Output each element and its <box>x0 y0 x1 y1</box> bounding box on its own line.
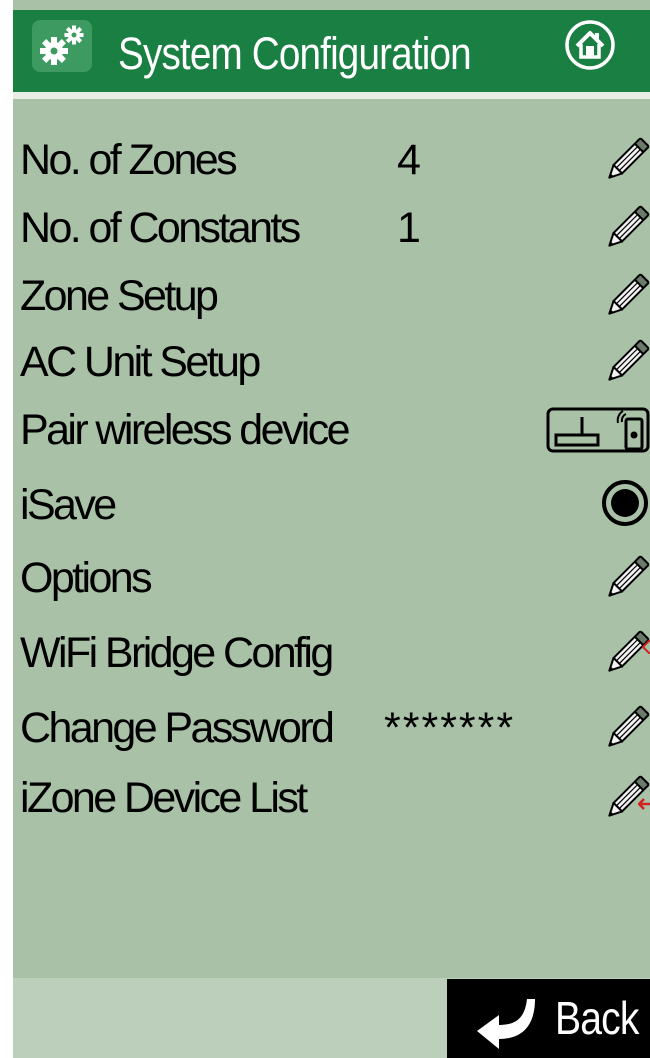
red-marker-icon <box>638 798 650 810</box>
setting-value: 1 <box>397 204 421 252</box>
setting-label: Zone Setup <box>20 272 219 320</box>
pencil-icon[interactable] <box>604 205 650 251</box>
gear-icon <box>32 20 92 72</box>
setting-row-device-list[interactable]: iZone Device List <box>20 767 650 829</box>
back-arrow-icon <box>477 999 535 1049</box>
setting-label: WiFi Bridge Config <box>20 629 334 677</box>
setting-row-options[interactable]: Options <box>20 547 650 609</box>
radio-selected-icon[interactable] <box>600 478 650 528</box>
wireless-pair-icon[interactable] <box>546 405 650 455</box>
setting-label: Options <box>20 554 153 602</box>
back-label: Back <box>555 992 639 1044</box>
setting-label: No. of Constants <box>20 204 301 252</box>
back-button[interactable]: Back <box>447 979 650 1058</box>
setting-value: 4 <box>397 136 421 184</box>
setting-label: iSave <box>20 481 117 529</box>
pencil-icon[interactable] <box>604 339 650 385</box>
setting-row-change-password[interactable]: Change Password ******* <box>20 697 650 759</box>
password-mask: ******* <box>384 704 516 752</box>
pencil-icon[interactable] <box>604 705 650 751</box>
setting-row-zone-setup[interactable]: Zone Setup <box>20 265 650 327</box>
setting-row-pair-wireless[interactable]: Pair wireless device <box>20 399 650 461</box>
pencil-icon[interactable] <box>604 555 650 601</box>
setting-row-ac-unit-setup[interactable]: AC Unit Setup <box>20 331 650 393</box>
page-title: System Configuration <box>118 28 472 79</box>
setting-label: Change Password <box>20 704 335 752</box>
pencil-icon[interactable] <box>604 273 650 319</box>
setting-row-wifi-bridge[interactable]: WiFi Bridge Config <box>20 622 650 684</box>
setting-label: iZone Device List <box>20 774 308 822</box>
red-marker-icon <box>641 640 650 654</box>
setting-label: No. of Zones <box>20 136 238 184</box>
setting-label: AC Unit Setup <box>20 338 261 386</box>
setting-row-zones[interactable]: No. of Zones 4 <box>20 129 650 191</box>
setting-row-isave[interactable]: iSave <box>20 474 650 536</box>
title-bar-divider <box>13 92 650 99</box>
pencil-icon[interactable] <box>604 137 650 183</box>
setting-label: Pair wireless device <box>20 406 351 454</box>
home-icon[interactable] <box>564 19 616 71</box>
setting-row-constants[interactable]: No. of Constants 1 <box>20 197 650 259</box>
